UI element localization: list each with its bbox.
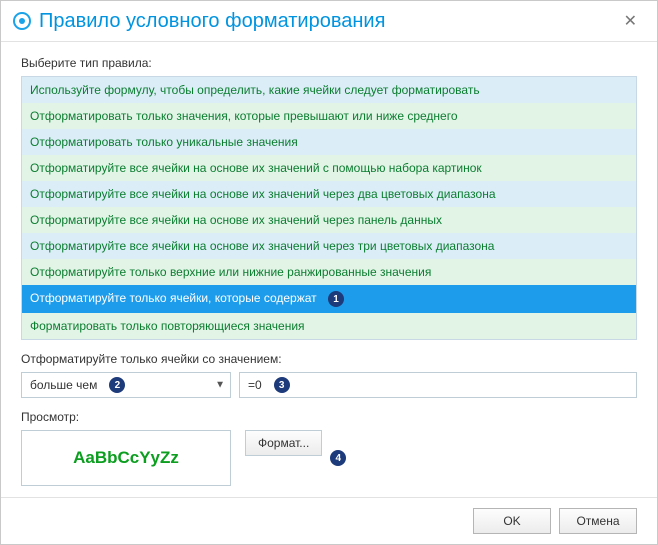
rule-item[interactable]: Отформатируйте все ячейки на основе их з… [22,181,636,207]
rule-item[interactable]: Отформатируйте только верхние или нижние… [22,259,636,285]
operator-select[interactable]: больше чем 2 ▼ [21,372,231,398]
preview-box: AaBbCcYyZz [21,430,231,486]
dialog-footer: OK Отмена [1,497,657,544]
window-title: Правило условного форматирования [39,10,385,33]
title-left: Правило условного форматирования [13,10,385,33]
titlebar: Правило условного форматирования ✕ [1,1,657,42]
preview-sample-text: AaBbCcYyZz [73,448,179,468]
marker-4-icon: 4 [330,450,346,466]
rule-type-label: Выберите тип правила: [21,56,637,70]
format-button[interactable]: Формат... [245,430,322,456]
marker-3-icon: 3 [274,377,290,393]
marker-1-icon: 1 [328,291,344,307]
rule-item[interactable]: Отформатировать только значения, которые… [22,103,636,129]
preview-row: AaBbCcYyZz Формат... 4 [21,430,637,486]
condition-row: больше чем 2 ▼ =0 3 [21,372,637,398]
preview-label: Просмотр: [21,410,637,424]
rule-item[interactable]: Используйте формулу, чтобы определить, к… [22,77,636,103]
cancel-button[interactable]: Отмена [559,508,637,534]
rule-item[interactable]: Отформатируйте все ячейки на основе их з… [22,233,636,259]
marker-2-icon: 2 [109,377,125,393]
chevron-down-icon: ▼ [215,380,225,391]
app-icon [13,12,31,30]
rule-item-selected[interactable]: Отформатируйте только ячейки, которые со… [22,285,636,313]
content-area: Выберите тип правила: Используйте формул… [1,42,657,497]
value-text: =0 [248,378,262,392]
close-icon[interactable]: ✕ [618,9,643,33]
operator-value: больше чем [30,378,97,392]
rule-item[interactable]: Отформатируйте все ячейки на основе их з… [22,207,636,233]
format-cells-label: Отформатируйте только ячейки со значение… [21,352,637,366]
operator-select-wrap: больше чем 2 ▼ [21,372,231,398]
rule-item[interactable]: Отформатируйте все ячейки на основе их з… [22,155,636,181]
rule-item[interactable]: Отформатировать только уникальные значен… [22,129,636,155]
ok-button[interactable]: OK [473,508,551,534]
rule-item[interactable]: Форматировать только повторяющиеся значе… [22,313,636,339]
rule-list: Используйте формулу, чтобы определить, к… [21,76,637,340]
dialog-window: Правило условного форматирования ✕ Выбер… [0,0,658,545]
value-input[interactable]: =0 3 [239,372,637,398]
